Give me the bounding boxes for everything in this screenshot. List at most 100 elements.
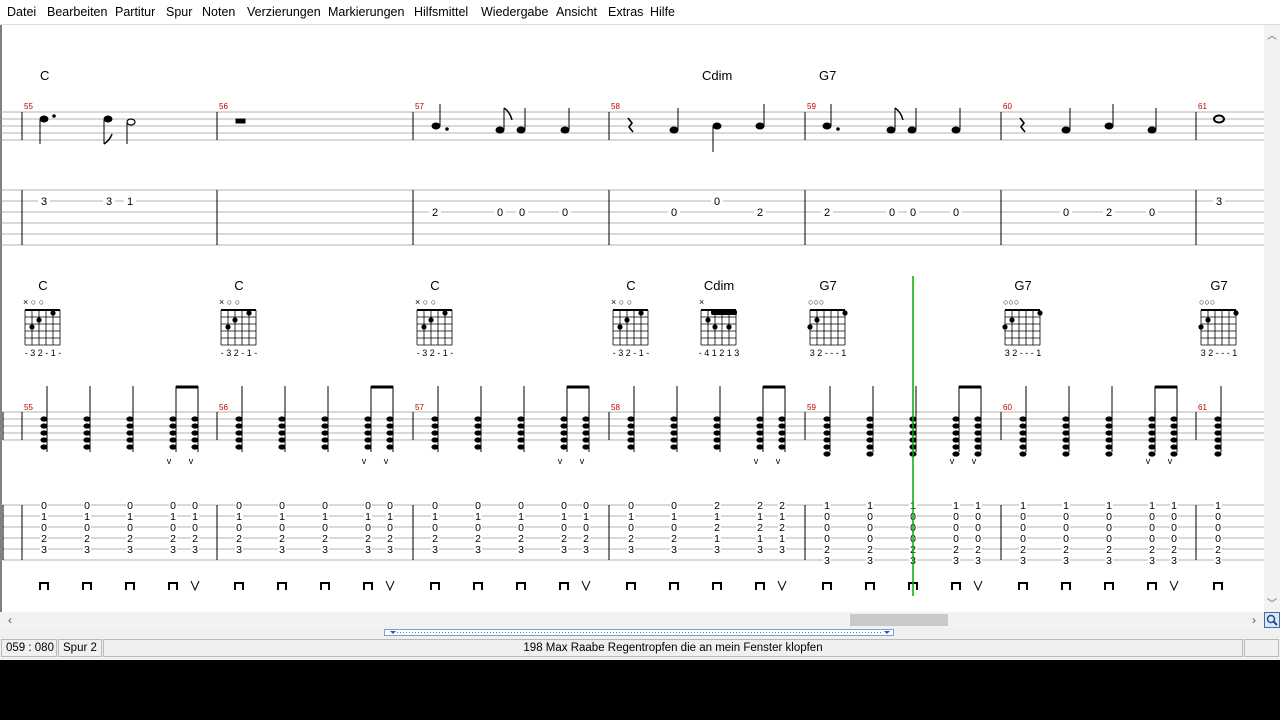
chord-name: C [626,278,635,293]
scroll-right-icon[interactable]: › [1246,613,1262,627]
menu-wiedergabe[interactable]: Wiedergabe [481,5,548,19]
open-string-markers: × ○ ○ [219,297,240,307]
track-dropdown[interactable] [384,629,894,636]
tab-fret: 3 [475,544,481,556]
finger-dot [1002,324,1008,330]
downstroke-icon [755,582,765,590]
tab-fret: 3 [1149,555,1155,567]
accent-mark: v [362,456,367,466]
scroll-up-icon[interactable]: ︿ [1264,27,1280,42]
downstroke-icon [516,582,526,590]
finger-dot [232,317,238,323]
menu-datei[interactable]: Datei [7,5,36,19]
menu-hilfe[interactable]: Hilfe [650,5,675,19]
chord-name: G7 [1210,278,1227,293]
measure-number: 60 [1003,403,1012,412]
tab-fret: 3 [1106,555,1112,567]
chord-diagram: Cdim× - 4 1 2 1 3 [699,278,740,358]
downstroke-icon [277,582,287,590]
menu-bearbeiten[interactable]: Bearbeiten [47,5,107,19]
downstroke-icon [473,582,483,590]
menu-extras[interactable]: Extras [608,5,643,19]
chord-notehead [1105,451,1113,457]
tab-fret: 3 [824,555,830,567]
menu-ansicht[interactable]: Ansicht [556,5,597,19]
tab-fret: 3 [322,544,328,556]
tab-fret: 2 [824,207,830,219]
measure-number: 58 [611,102,620,111]
chord-name: G7 [1014,278,1031,293]
finger-dot [428,317,434,323]
measure-number: 60 [1003,102,1012,111]
tab-fret: 0 [714,196,720,208]
tab-fret: 0 [562,207,568,219]
tab-fret: 3 [1216,196,1222,208]
tab-staff-1 [0,189,1264,246]
menu-spur[interactable]: Spur [166,5,192,19]
vertical-scrollbar[interactable]: ︿ ﹀ [1264,25,1280,612]
status-extra [1244,639,1279,657]
notes-staff-1 [39,104,1225,152]
tab-fret: 3 [236,544,242,556]
tab-fret: 3 [628,544,634,556]
tab-fret: 0 [889,207,895,219]
downstroke-icon [168,582,178,590]
finger-dot [842,310,848,316]
tab-fret: 3 [953,555,959,567]
chord-diagram: C × ○ ○ - 3 2 - 1 - [23,278,61,358]
position-indicator: 059 : 080 [1,639,57,657]
scroll-left-icon[interactable]: ‹ [2,613,18,627]
upstroke-icon [973,580,983,592]
downstroke-icon [234,582,244,590]
chord-name: C [40,68,49,83]
tab-fret: 3 [975,555,981,567]
upstroke-icon [1169,580,1179,592]
tab-fret: 2 [1106,207,1112,219]
menu-noten[interactable]: Noten [202,5,235,19]
menu-verzierungen[interactable]: Verzierungen [247,5,321,19]
accent-mark: v [972,456,977,466]
downstroke-icon [82,582,92,590]
downstroke-icon [1213,582,1223,590]
zoom-icon[interactable] [1264,612,1280,628]
score-document[interactable]: C Cdim G7 55 56 57 58 59 60 61 3 3 1 2 0… [0,25,1264,612]
tab-numbers-1: 3 3 1 2 0 0 0 0 0 2 2 0 0 0 0 2 0 3 [38,195,1225,219]
downstroke-icon [363,582,373,590]
accent-mark: v [384,456,389,466]
measure-number: 55 [24,102,33,111]
tab-fret: 0 [1063,207,1069,219]
chord-diagram: C × ○ ○ - 3 2 - 1 - [415,278,453,358]
tab-fret: 0 [910,207,916,219]
fingering-label: - 3 2 - 1 - [221,348,258,358]
chord-diagram: G7 ○○○ 3 2 - - - 1 [1198,278,1239,358]
finger-dot [1205,317,1211,323]
finger-dot [225,324,231,330]
menu-markierungen[interactable]: Markierungen [328,5,404,19]
menu-hilfsmittel[interactable]: Hilfsmittel [414,5,468,19]
downstroke-icon [626,582,636,590]
tab-fret: 0 [519,207,525,219]
menu-partitur[interactable]: Partitur [115,5,155,19]
fingering-label: 3 2 - - - 1 [1005,348,1042,358]
tab-fret: 0 [1149,207,1155,219]
tab-fret: 3 [365,544,371,556]
finger-dot [1009,317,1015,323]
tab-fret: 1 [127,196,133,208]
finger-dot [712,324,718,330]
chord-notehead [866,451,874,457]
score-canvas[interactable]: C Cdim G7 55 56 57 58 59 60 61 3 3 1 2 0… [0,25,1264,612]
tab-fret: 3 [1171,555,1177,567]
horizontal-scrollbar[interactable]: ‹ › [0,612,1264,628]
tab-fret: 3 [561,544,567,556]
fingering-label: - 3 2 - 1 - [613,348,650,358]
finger-dot [726,324,732,330]
measure-number: 59 [807,102,816,111]
song-title: 198 Max Raabe Regentropfen die an mein F… [103,639,1243,657]
measure-numbers-1: 55 56 57 58 59 60 61 [24,102,1207,111]
chord-diagram: C × ○ ○ - 3 2 - 1 - [219,278,257,358]
chord-notehead [823,451,831,457]
finger-dot [442,310,448,316]
scroll-down-icon[interactable]: ﹀ [1264,595,1280,610]
finger-dot [421,324,427,330]
horizontal-scroll-thumb[interactable] [850,614,948,626]
